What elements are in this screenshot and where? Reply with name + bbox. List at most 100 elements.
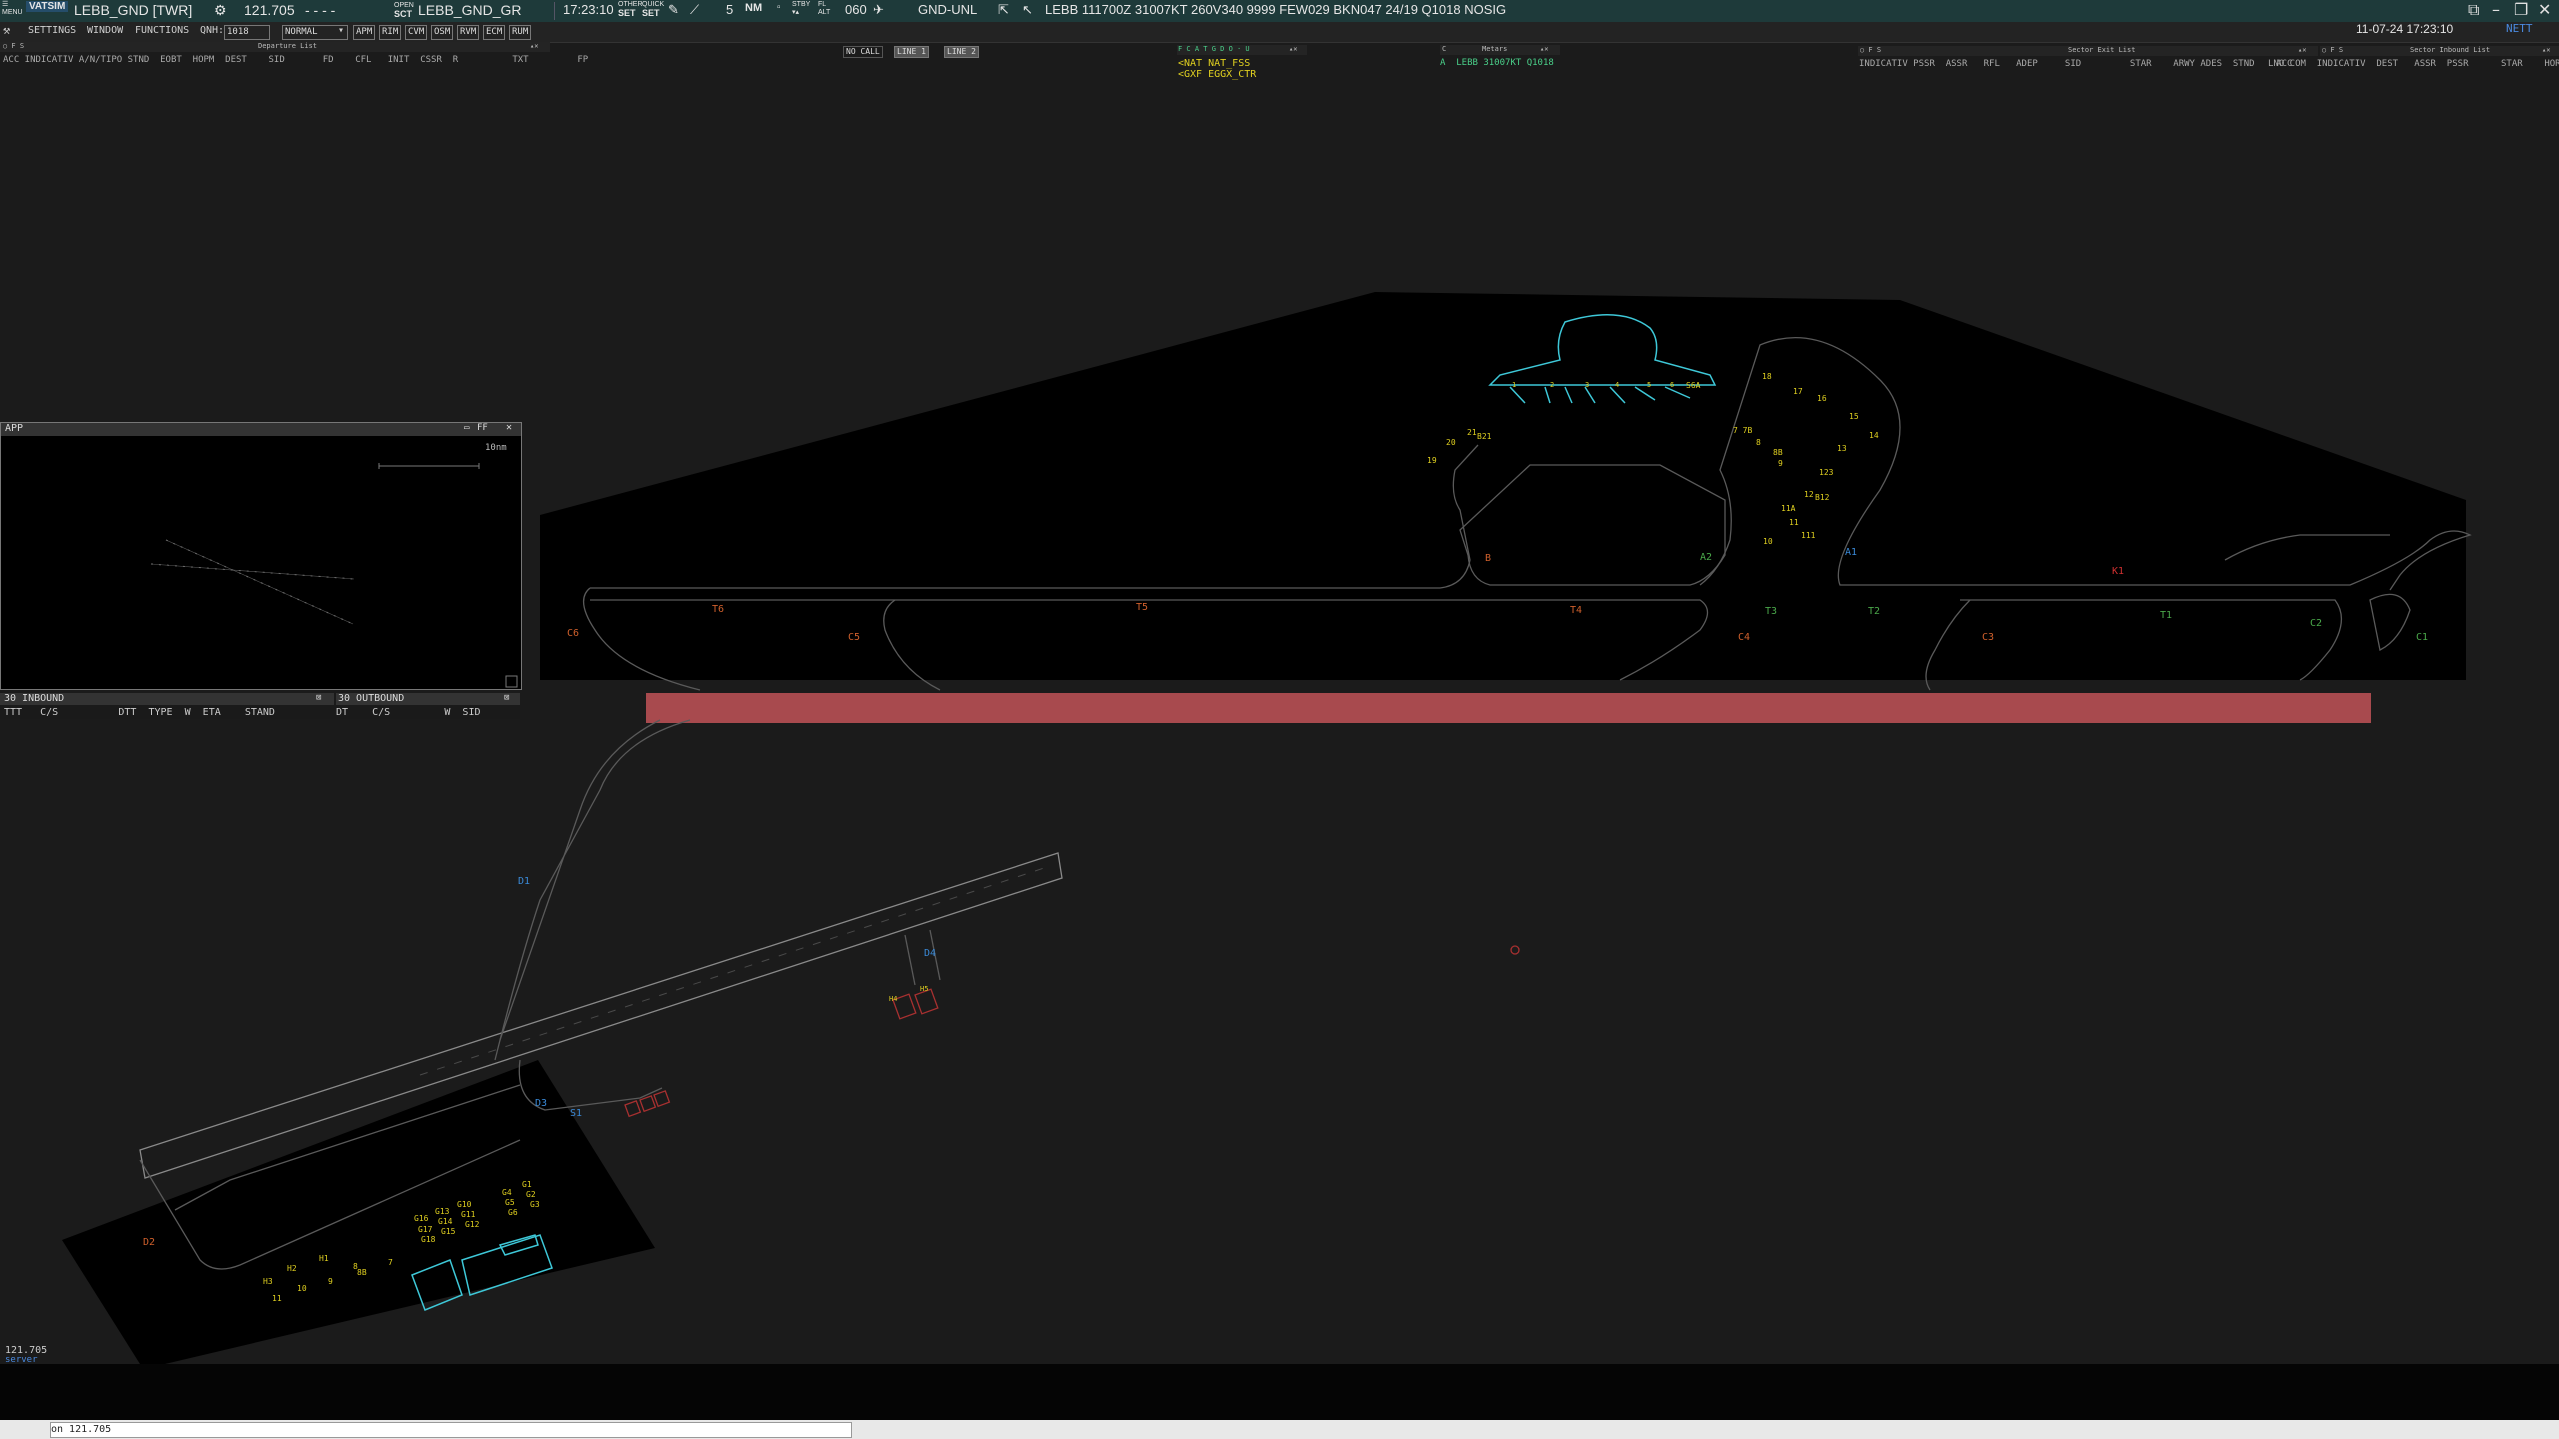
bottom-panel [0, 1364, 2559, 1420]
stand-label[interactable]: 17 [1793, 387, 1803, 396]
stand-label[interactable]: 8B [1773, 448, 1783, 457]
stand-label[interactable]: 14 [1869, 431, 1879, 440]
stand-label[interactable]: 15 [1849, 412, 1859, 421]
gate-label[interactable]: 6 [1670, 381, 1674, 389]
stand-label[interactable]: 20 [1446, 438, 1456, 447]
stand-label[interactable]: 13 [1837, 444, 1847, 453]
inbound-title: 30 INBOUND [4, 693, 65, 704]
cross-runway [139, 852, 1063, 1179]
app-resize-handle[interactable] [505, 675, 518, 688]
outbound-title: 30 OUTBOUND [338, 693, 405, 704]
taxiway-label: C2 [2310, 618, 2323, 629]
cross-runway-centerline [419, 865, 1051, 1076]
stand-label[interactable]: S6A [1686, 381, 1700, 390]
taxiway-label: C1 [2416, 632, 2429, 643]
stand-label[interactable]: G6 [508, 1208, 518, 1217]
stand-label[interactable]: 19 [1427, 456, 1437, 465]
app-window-close-icon[interactable]: ✕ [506, 422, 512, 433]
stand-label[interactable]: 18 [1762, 372, 1772, 381]
stand-label[interactable]: G4 [502, 1188, 512, 1197]
taxiway-label: C3 [1982, 632, 1995, 643]
stand-label[interactable]: G14 [438, 1217, 452, 1226]
stand-label[interactable]: 8B [357, 1268, 367, 1277]
stand-label[interactable]: 11 [1789, 518, 1799, 527]
stand-label[interactable]: 12 [1804, 490, 1814, 499]
inbound-outbound-lists: 30 INBOUND ⊠ 30 OUTBOUND ⊠ TTT C/S DTT T… [0, 693, 520, 719]
taxiway-label: T2 [1868, 606, 1881, 617]
app-runway-2-line [150, 563, 355, 580]
stand-label[interactable]: H3 [263, 1277, 273, 1286]
stand-label[interactable]: 16 [1817, 394, 1827, 403]
north-apron [540, 292, 2466, 680]
inbound-close-icon[interactable]: ⊠ [316, 693, 321, 703]
stand-label[interactable]: G2 [526, 1190, 536, 1199]
stand-label[interactable]: 9 [328, 1277, 333, 1286]
active-runway [646, 693, 2371, 723]
stand-label[interactable]: 111 [1801, 531, 1815, 540]
stand-label[interactable]: B12 [1815, 493, 1829, 502]
app-radar-window[interactable]: APP ▭ FF ✕ 10nm [0, 422, 522, 690]
remote-stands [624, 945, 1520, 1118]
stand-label[interactable]: G13 [435, 1207, 449, 1216]
stand-label[interactable]: G17 [418, 1225, 432, 1234]
stand-label[interactable]: G18 [421, 1235, 435, 1244]
stand-label[interactable]: G3 [530, 1200, 540, 1209]
stand-label[interactable]: 10 [297, 1284, 307, 1293]
inbound-columns: TTT C/S DTT TYPE W ETA STAND [4, 707, 275, 718]
taxiway-label: A2 [1700, 552, 1713, 563]
outbound-close-icon[interactable]: ⊠ [504, 693, 509, 703]
stand-label[interactable]: G16 [414, 1214, 428, 1223]
stand-label[interactable]: 11A [1781, 504, 1795, 513]
stand-label[interactable]: G10 [457, 1200, 471, 1209]
taxiway-label: D2 [143, 1237, 156, 1248]
app-window-titlebar[interactable]: APP ▭ FF ✕ [1, 422, 521, 436]
gate-label[interactable]: 4 [1615, 381, 1619, 389]
app-window-pin-icon[interactable]: ▭ [464, 423, 469, 433]
app-scale-label: 10nm [485, 443, 507, 453]
stand-label[interactable]: 11 [272, 1294, 282, 1303]
stand-label[interactable]: H5 [920, 985, 928, 993]
taxiway-label: D1 [518, 876, 531, 887]
stand-label[interactable]: 8 [1756, 438, 1761, 447]
taxiway-label: C5 [848, 632, 861, 643]
stand-label[interactable]: G5 [505, 1198, 515, 1207]
app-radar-scope[interactable] [1, 436, 521, 689]
app-window-ff-icon[interactable]: FF [477, 423, 488, 433]
app-window-title: APP [5, 423, 24, 434]
taxiway-label: D3 [535, 1098, 548, 1109]
stand-label[interactable]: G12 [465, 1220, 479, 1229]
stand-label[interactable]: H2 [287, 1264, 297, 1273]
stand-label[interactable]: 123 [1819, 468, 1833, 477]
outbound-columns: DT C/S W SID [336, 707, 481, 718]
stand-label[interactable]: 7 7B [1733, 426, 1752, 435]
ground-radar-map[interactable] [0, 0, 2559, 1439]
stand-label[interactable]: 9 [1778, 459, 1783, 468]
gate-label[interactable]: 1 [1512, 381, 1516, 389]
command-bar: on 121.705 [0, 1420, 2559, 1439]
inbound-header[interactable]: 30 INBOUND ⊠ [0, 693, 334, 705]
stand-label[interactable]: G11 [461, 1210, 475, 1219]
taxiway-label: D4 [924, 948, 937, 959]
stand-label[interactable]: G15 [441, 1227, 455, 1236]
taxiway-label: S1 [570, 1108, 583, 1119]
taxiway-label: T6 [712, 604, 725, 615]
command-input[interactable]: on 121.705 [50, 1422, 852, 1438]
stand-label[interactable]: H4 [889, 995, 897, 1003]
stand-label[interactable]: B21 [1477, 432, 1491, 441]
stand-label[interactable]: H1 [319, 1254, 329, 1263]
stand-label[interactable]: 10 [1763, 537, 1773, 546]
gate-label[interactable]: 5 [1647, 381, 1651, 389]
stand-label[interactable]: 7 [388, 1258, 393, 1267]
taxiway-label: A1 [1845, 547, 1858, 558]
taxiway-label: C6 [567, 628, 580, 639]
taxiway-label: T5 [1136, 602, 1149, 613]
outbound-header[interactable]: 30 OUTBOUND ⊠ [336, 693, 520, 705]
stand-label[interactable]: G1 [522, 1180, 532, 1189]
stand-label[interactable]: 21 [1467, 428, 1477, 437]
gate-label[interactable]: 2 [1550, 381, 1554, 389]
taxiway-label: T3 [1765, 606, 1778, 617]
taxiway-label: T1 [2160, 610, 2173, 621]
taxiway-label: T4 [1570, 605, 1583, 616]
gate-label[interactable]: 3 [1585, 381, 1589, 389]
taxiway-label: B [1485, 553, 1492, 564]
